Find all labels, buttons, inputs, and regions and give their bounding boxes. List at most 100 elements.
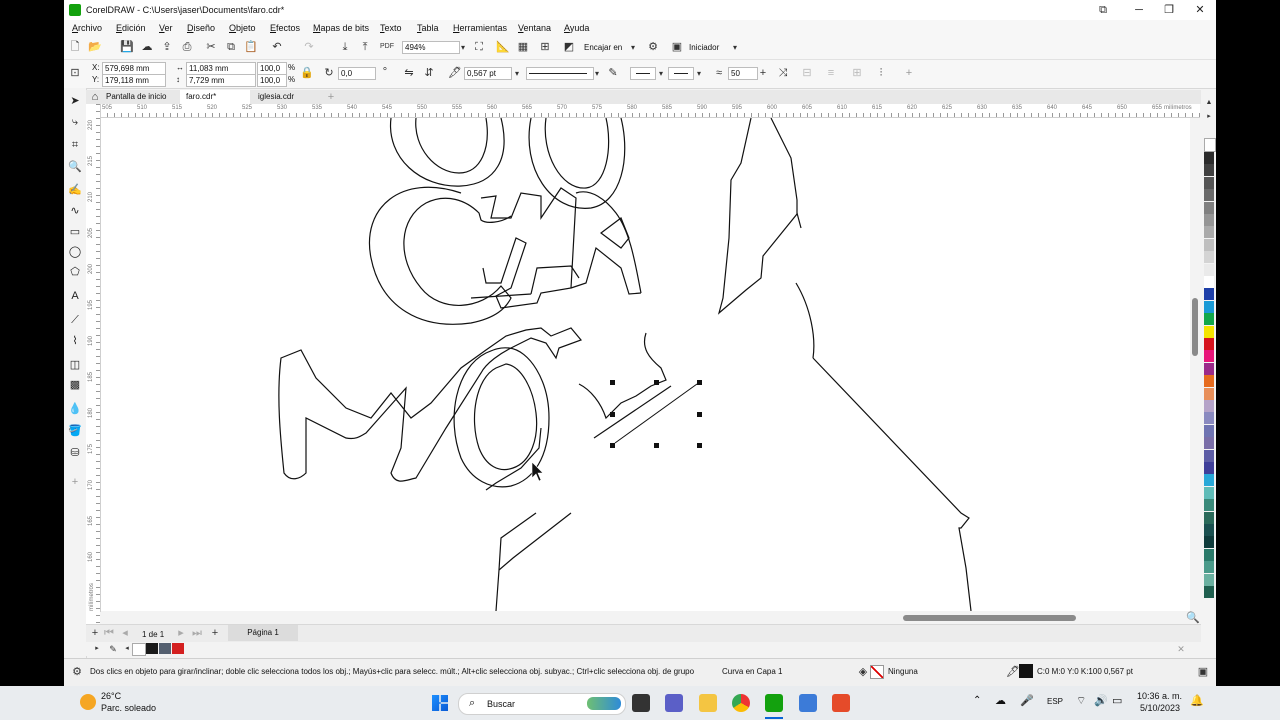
palette-swatch[interactable] xyxy=(1204,164,1214,177)
palette-swatch[interactable] xyxy=(1204,424,1214,437)
extract-subpath-icon[interactable]: ⊟ xyxy=(800,66,814,80)
tab-iglesia[interactable]: iglesia.cdr xyxy=(252,90,320,104)
polygon-tool-icon[interactable]: ⬠ xyxy=(68,265,82,279)
palette-swatch[interactable] xyxy=(1204,226,1214,239)
grid-icon[interactable]: ▦ xyxy=(516,40,530,54)
eyedropper-tool-icon[interactable]: 💧 xyxy=(68,402,82,416)
interactive-fill-icon[interactable]: 🪣 xyxy=(68,424,82,438)
connector-tool-icon[interactable]: ⌇ xyxy=(68,334,82,348)
vertical-scrollbar[interactable] xyxy=(1190,118,1200,611)
menu-ayuda[interactable]: Ayuda xyxy=(564,23,589,33)
palette-up-icon[interactable]: ▲ xyxy=(1202,96,1216,110)
undo-icon[interactable]: ↶ xyxy=(270,40,284,54)
guidelines-icon[interactable]: ⊞ xyxy=(538,40,552,54)
horizontal-scroll-thumb[interactable] xyxy=(903,615,1076,621)
palette-swatch[interactable] xyxy=(1204,474,1214,487)
rulers-icon[interactable]: 📐 xyxy=(496,40,510,54)
zoom-corner-icon[interactable]: 🔍 xyxy=(1186,611,1200,625)
curve-smoothing-icon[interactable]: ≈ xyxy=(712,66,726,80)
palette-swatch[interactable] xyxy=(1204,214,1214,226)
docpal-slate-swatch[interactable] xyxy=(159,643,171,654)
outline-width-dropdown-icon[interactable]: ▾ xyxy=(510,67,524,81)
crop-tool-icon[interactable]: ⌗ xyxy=(68,138,82,152)
minimize-button[interactable]: ─ xyxy=(1124,2,1154,18)
menu-ver[interactable]: Ver xyxy=(159,23,173,33)
zoom-level-input[interactable]: 494% xyxy=(402,41,460,54)
corel-app-icon[interactable] xyxy=(832,694,850,712)
notification-icon[interactable]: 🔔 xyxy=(1190,694,1204,707)
docpal-none-swatch[interactable] xyxy=(132,643,146,656)
tray-chevron-icon[interactable]: ⌃ xyxy=(973,695,981,706)
coreldraw-taskbar-icon[interactable] xyxy=(765,694,783,712)
add-tool-icon[interactable]: + xyxy=(68,475,82,489)
palette-swatch[interactable] xyxy=(1204,437,1214,450)
docpal-arrow-icon[interactable]: ▸ xyxy=(90,642,104,656)
fill-icon[interactable]: ◈ xyxy=(856,665,870,679)
open-folder-icon[interactable]: 📂 xyxy=(88,40,102,54)
palette-swatch[interactable] xyxy=(1204,573,1214,586)
tab-pantalla-de-inicio[interactable]: Pantalla de inicio xyxy=(100,90,172,104)
align-nodes-icon[interactable]: ≡ xyxy=(824,66,838,80)
pick-tool-icon[interactable]: ➤ xyxy=(68,94,82,108)
palette-swatch[interactable] xyxy=(1204,449,1214,462)
start-arrow-select[interactable] xyxy=(630,67,656,80)
artistic-media-icon[interactable]: ∿ xyxy=(68,204,82,218)
snap-dropdown-icon[interactable]: ▾ xyxy=(626,41,640,55)
next-page-icon[interactable]: ▸ xyxy=(174,626,188,640)
palette-swatch[interactable] xyxy=(1204,375,1214,388)
palette-swatch[interactable] xyxy=(1204,536,1214,549)
no-color-swatch[interactable] xyxy=(1204,138,1216,152)
workspace-dropdown-icon[interactable]: ▾ xyxy=(728,41,742,55)
onedrive-icon[interactable]: ☁ xyxy=(995,694,1006,707)
new-document-icon[interactable]: 🗋 xyxy=(68,40,82,54)
menu-archivo[interactable]: Archivo xyxy=(72,23,102,33)
rotation-angle-input[interactable]: 0,0 xyxy=(338,67,376,80)
language-indicator[interactable]: ESP xyxy=(1047,697,1063,706)
start-arrow-dropdown-icon[interactable]: ▾ xyxy=(654,67,668,81)
clock-date[interactable]: 5/10/2023 xyxy=(1140,703,1180,713)
palette-swatch[interactable] xyxy=(1204,499,1214,512)
outline-width-input[interactable]: 0,567 pt xyxy=(464,67,512,80)
palette-swatch[interactable] xyxy=(1204,263,1214,276)
copy-icon[interactable]: ⧉ xyxy=(224,40,238,54)
wifi-icon[interactable]: ⌔ xyxy=(1076,694,1086,708)
object-origin-icon[interactable]: ⊡ xyxy=(68,66,82,80)
lock-ratio-icon[interactable]: 🔒 xyxy=(300,66,314,80)
weather-temp[interactable]: 26°C xyxy=(101,691,121,701)
pdf-icon[interactable]: PDF xyxy=(380,40,394,54)
battery-icon[interactable]: ▭ xyxy=(1112,694,1122,707)
maximize-button[interactable]: ❐ xyxy=(1154,2,1184,18)
shadow-tool-icon[interactable]: ◫ xyxy=(68,358,82,372)
palette-swatch[interactable] xyxy=(1204,276,1214,288)
reverse-direction-icon[interactable]: ⤨ xyxy=(776,66,790,80)
cut-icon[interactable]: ✂ xyxy=(204,40,218,54)
palette-swatch[interactable] xyxy=(1204,561,1214,574)
windows-start-icon[interactable] xyxy=(432,695,448,711)
snipping-tool-icon[interactable] xyxy=(799,694,817,712)
microphone-icon[interactable]: 🎤 xyxy=(1020,694,1034,707)
paste-icon[interactable]: 📋 xyxy=(244,40,258,54)
outline-status-icon[interactable]: 🖋 xyxy=(1006,665,1020,679)
add-page-after-icon[interactable]: + xyxy=(208,626,222,640)
palette-swatch[interactable] xyxy=(1204,251,1214,264)
snap-to-label[interactable]: Encajar en xyxy=(584,43,622,52)
shape-tool-icon[interactable]: ⤷ xyxy=(68,115,82,129)
freehand-tool-icon[interactable]: ✍ xyxy=(68,183,82,197)
palette-swatch[interactable] xyxy=(1204,325,1214,338)
menu-mapas-de-bits[interactable]: Mapas de bits xyxy=(313,23,369,33)
drawing-canvas[interactable] xyxy=(101,118,1200,611)
clock-time[interactable]: 10:36 a. m. xyxy=(1137,691,1182,701)
menu-ventana[interactable]: Ventana xyxy=(518,23,551,33)
last-page-icon[interactable]: ⏭ xyxy=(190,626,204,640)
palette-swatch[interactable] xyxy=(1204,201,1214,214)
palette-swatch[interactable] xyxy=(1204,238,1214,251)
menu-edicion[interactable]: Edición xyxy=(116,23,146,33)
palette-swatch[interactable] xyxy=(1204,362,1214,375)
docpal-eyedropper-icon[interactable]: ✎ xyxy=(106,642,120,656)
taskbar-search-box[interactable]: ⌕ Buscar xyxy=(458,693,626,715)
palette-swatch[interactable] xyxy=(1204,176,1214,189)
horizontal-ruler[interactable]: 505 510 515 520 525 530 535 540 545 550 … xyxy=(100,104,1200,118)
palette-swatch[interactable] xyxy=(1204,586,1214,598)
palette-swatch[interactable] xyxy=(1204,313,1214,326)
vertical-scroll-thumb[interactable] xyxy=(1192,298,1198,356)
